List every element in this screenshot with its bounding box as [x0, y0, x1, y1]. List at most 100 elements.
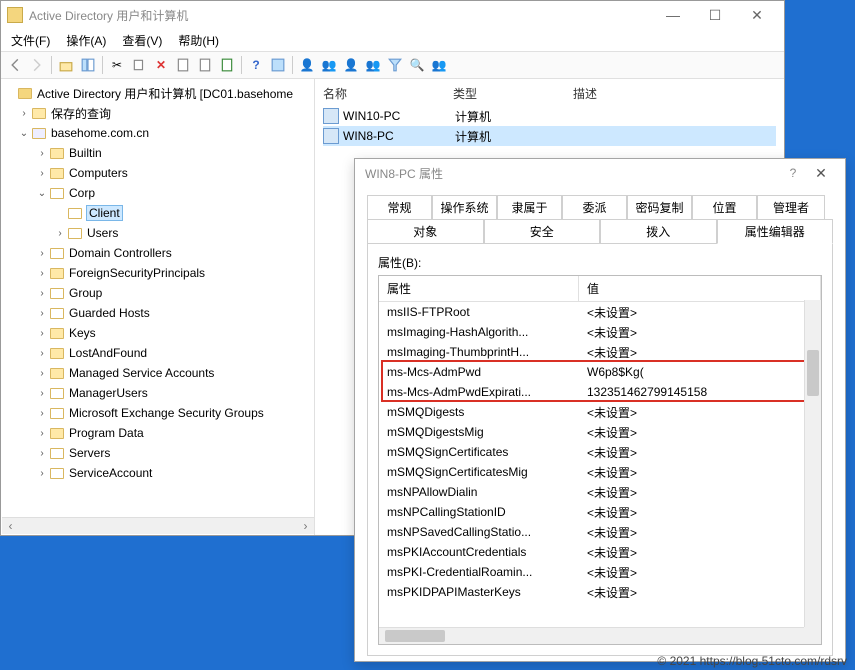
- tree-item-users[interactable]: Users: [87, 226, 118, 240]
- list-row[interactable]: WIN10-PC 计算机: [323, 106, 776, 126]
- tree-item-client[interactable]: Client: [87, 206, 122, 220]
- filter-icon[interactable]: [385, 55, 405, 75]
- attr-row[interactable]: msImaging-HashAlgorith...<未设置>: [379, 322, 821, 342]
- tree-item-corp[interactable]: Corp: [69, 186, 95, 200]
- col-attribute[interactable]: 属性: [379, 276, 579, 301]
- ou-icon: [49, 445, 65, 461]
- ou-icon: [49, 465, 65, 481]
- attr-row[interactable]: msPKIAccountCredentials<未设置>: [379, 542, 821, 562]
- tree-item[interactable]: Group: [69, 286, 102, 300]
- minimize-button[interactable]: —: [652, 4, 694, 26]
- attributes-listview[interactable]: 属性 值 msIIS-FTPRoot<未设置>msImaging-HashAlg…: [378, 275, 822, 645]
- dialog-titlebar[interactable]: WIN8-PC 属性 ? ✕: [355, 159, 845, 187]
- attr-value: <未设置>: [587, 324, 821, 341]
- computer-icon: [323, 128, 339, 144]
- attr-row[interactable]: mSMQSignCertificates<未设置>: [379, 442, 821, 462]
- tab-dialin[interactable]: 拨入: [600, 219, 717, 244]
- tree-saved-queries[interactable]: 保存的查询: [51, 105, 111, 122]
- back-icon[interactable]: [5, 55, 25, 75]
- attr-row[interactable]: ms-Mcs-AdmPwdW6p8$Kg(: [379, 362, 821, 382]
- search-icon[interactable]: 🔍: [407, 55, 427, 75]
- new-group-icon[interactable]: 👥: [319, 55, 339, 75]
- new-ou-icon[interactable]: 👤: [341, 55, 361, 75]
- menu-action[interactable]: 操作(A): [66, 32, 106, 49]
- menu-file[interactable]: 文件(F): [11, 32, 50, 49]
- tree-root[interactable]: Active Directory 用户和计算机 [DC01.basehome: [37, 85, 293, 102]
- tab-security[interactable]: 安全: [484, 219, 601, 244]
- new-user-icon[interactable]: 👤: [297, 55, 317, 75]
- dialog-close-button[interactable]: ✕: [807, 165, 835, 182]
- attr-row[interactable]: msIIS-FTPRoot<未设置>: [379, 302, 821, 322]
- tab-delegation[interactable]: 委派: [562, 195, 627, 219]
- list-row[interactable]: WIN8-PC 计算机: [323, 126, 776, 146]
- tab-attribute-editor[interactable]: 属性编辑器: [717, 219, 834, 244]
- attr-row[interactable]: mSMQDigestsMig<未设置>: [379, 422, 821, 442]
- col-desc[interactable]: 描述: [573, 85, 776, 102]
- tree-item[interactable]: ManagerUsers: [69, 386, 148, 400]
- tree-item[interactable]: LostAndFound: [69, 346, 147, 360]
- dialog-help-button[interactable]: ?: [779, 166, 807, 180]
- raise-domain-icon[interactable]: 👥: [429, 55, 449, 75]
- attr-row[interactable]: msNPCallingStationID<未设置>: [379, 502, 821, 522]
- maximize-button[interactable]: ☐: [694, 4, 736, 26]
- properties-icon[interactable]: [173, 55, 193, 75]
- tree-item[interactable]: Servers: [69, 446, 110, 460]
- computer-icon: [323, 108, 339, 124]
- close-button[interactable]: ✕: [736, 4, 778, 26]
- attr-row[interactable]: msImaging-ThumbprintH...<未设置>: [379, 342, 821, 362]
- tree-item[interactable]: Microsoft Exchange Security Groups: [69, 406, 264, 420]
- tree-pane[interactable]: Active Directory 用户和计算机 [DC01.basehome ›…: [1, 79, 315, 535]
- tree-item[interactable]: Keys: [69, 326, 96, 340]
- attr-row[interactable]: msNPAllowDialin<未设置>: [379, 482, 821, 502]
- attr-row[interactable]: mSMQSignCertificatesMig<未设置>: [379, 462, 821, 482]
- show-hide-tree-icon[interactable]: [78, 55, 98, 75]
- delete-icon[interactable]: ✕: [151, 55, 171, 75]
- tree-item[interactable]: Domain Controllers: [69, 246, 172, 260]
- attr-row[interactable]: mSMQDigests<未设置>: [379, 402, 821, 422]
- tree-item[interactable]: Program Data: [69, 426, 144, 440]
- tab-location[interactable]: 位置: [692, 195, 757, 219]
- tab-general[interactable]: 常规: [367, 195, 432, 219]
- scrollbar-vertical[interactable]: [804, 300, 821, 627]
- attr-row[interactable]: ms-Mcs-AdmPwdExpirati...1323514627991451…: [379, 382, 821, 402]
- scrollbar-thumb[interactable]: [385, 630, 445, 642]
- tab-os[interactable]: 操作系统: [432, 195, 497, 219]
- tab-managedby[interactable]: 管理者: [757, 195, 825, 219]
- tab-password[interactable]: 密码复制: [627, 195, 692, 219]
- refresh-icon[interactable]: [195, 55, 215, 75]
- attr-row[interactable]: msNPSavedCallingStatio...<未设置>: [379, 522, 821, 542]
- ou-icon: [67, 205, 83, 221]
- tree-item[interactable]: Managed Service Accounts: [69, 366, 214, 380]
- menu-help[interactable]: 帮助(H): [178, 32, 219, 49]
- tree-item[interactable]: Builtin: [69, 146, 102, 160]
- forward-icon[interactable]: [27, 55, 47, 75]
- col-value[interactable]: 值: [579, 276, 821, 301]
- scrollbar-horizontal[interactable]: [379, 627, 804, 644]
- attr-value: <未设置>: [587, 304, 821, 321]
- col-name[interactable]: 名称: [323, 85, 453, 102]
- tab-memberof[interactable]: 隶属于: [497, 195, 562, 219]
- tree-item[interactable]: ServiceAccount: [69, 466, 152, 480]
- find-icon[interactable]: [268, 55, 288, 75]
- attr-columns[interactable]: 属性 值: [379, 276, 821, 302]
- tree-item[interactable]: Computers: [69, 166, 128, 180]
- attr-value: <未设置>: [587, 424, 821, 441]
- scrollbar-thumb[interactable]: [807, 350, 819, 396]
- tree-item[interactable]: ForeignSecurityPrincipals: [69, 266, 205, 280]
- help-icon[interactable]: ?: [246, 55, 266, 75]
- export-icon[interactable]: [217, 55, 237, 75]
- tree-domain[interactable]: basehome.com.cn: [51, 126, 149, 140]
- titlebar[interactable]: Active Directory 用户和计算机 — ☐ ✕: [1, 1, 784, 29]
- up-icon[interactable]: [56, 55, 76, 75]
- col-type[interactable]: 类型: [453, 85, 573, 102]
- cut-icon[interactable]: ✂: [107, 55, 127, 75]
- copy-icon[interactable]: [129, 55, 149, 75]
- tree-item[interactable]: Guarded Hosts: [69, 306, 150, 320]
- attr-row[interactable]: msPKIDPAPIMasterKeys<未设置>: [379, 582, 821, 602]
- tree-scrollbar-h[interactable]: ‹›: [2, 517, 314, 534]
- add-to-group-icon[interactable]: 👥: [363, 55, 383, 75]
- list-header[interactable]: 名称 类型 描述: [323, 85, 776, 106]
- tab-object[interactable]: 对象: [367, 219, 484, 244]
- menu-view[interactable]: 查看(V): [122, 32, 162, 49]
- attr-row[interactable]: msPKI-CredentialRoamin...<未设置>: [379, 562, 821, 582]
